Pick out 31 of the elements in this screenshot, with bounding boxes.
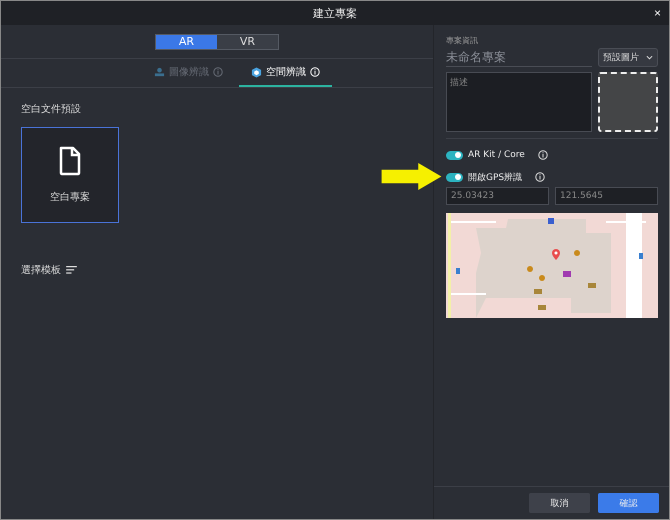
window-title: 建立專案 [313, 6, 357, 20]
toggle-switch[interactable] [446, 150, 463, 160]
stamp-icon [154, 66, 165, 78]
toggle-label: AR Kit / Core [468, 150, 525, 160]
blank-project-card[interactable]: 空白專案 [21, 127, 119, 223]
description-field[interactable]: 描述 [446, 72, 592, 132]
section-heading: 選擇模板 [21, 264, 61, 277]
toggle-label: 開啟GPS辨識 [468, 172, 522, 184]
section-heading: 專案資訊 [446, 35, 479, 46]
arrow-drawing [381, 163, 442, 190]
cancel-button[interactable]: 取消 [529, 493, 590, 513]
toggle-switch[interactable] [446, 172, 463, 182]
coordinate-field[interactable]: 25.03423 [446, 187, 549, 205]
info-icon [538, 150, 548, 160]
close-button[interactable]: × [654, 6, 661, 20]
caret-icon [646, 55, 653, 60]
image-dropdown[interactable]: 預設圖片 [598, 48, 658, 67]
document-icon [58, 146, 82, 176]
info-icon [213, 67, 223, 77]
mode-tab[interactable]: AR [156, 34, 217, 48]
recognition-tab[interactable]: 空間辨識 [239, 59, 332, 87]
info-icon [535, 172, 546, 182]
section-heading: 空白文件預設 [21, 102, 81, 116]
project-name-field[interactable]: 未命名專案 [446, 48, 592, 67]
cube-icon [251, 66, 262, 78]
info-icon [310, 67, 320, 77]
mode-tab[interactable]: VR [217, 34, 278, 48]
image-drop-area[interactable] [598, 72, 658, 132]
sort-icon[interactable] [66, 266, 77, 274]
coordinate-field[interactable]: 121.5645 [555, 187, 658, 205]
confirm-button[interactable]: 確認 [598, 493, 659, 513]
